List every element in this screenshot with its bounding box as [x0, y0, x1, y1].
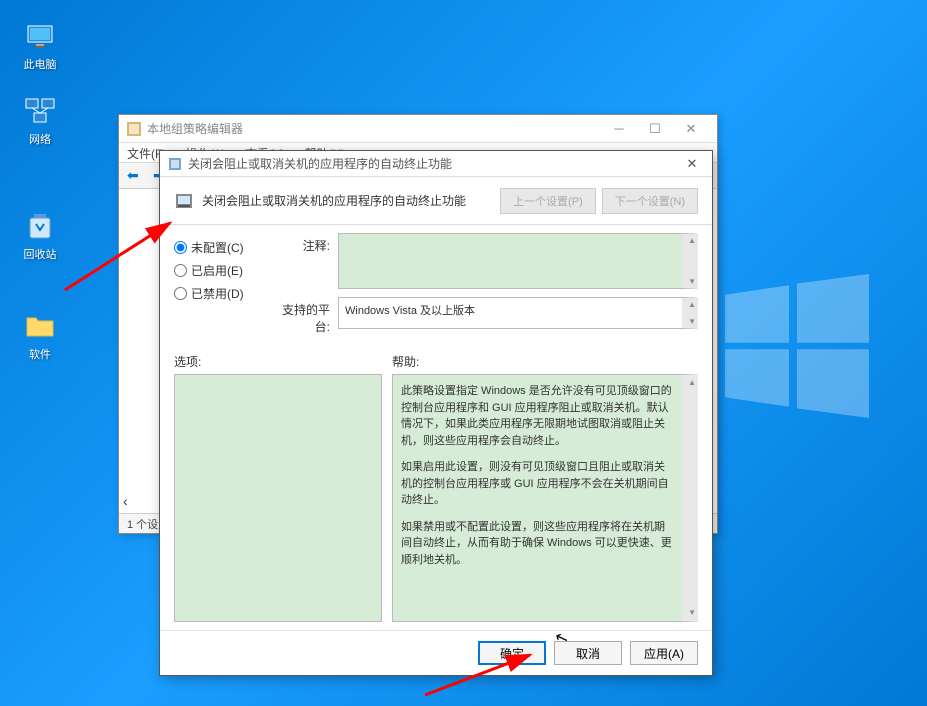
gpedit-titlebar[interactable]: 本地组策略编辑器 ─ ☐ ✕	[119, 115, 717, 143]
options-label: 选项:	[174, 353, 392, 370]
dialog-titlebar[interactable]: 关闭会阻止或取消关机的应用程序的自动终止功能 ✕	[160, 151, 712, 177]
dialog-close-button[interactable]: ✕	[674, 152, 710, 176]
close-button[interactable]: ✕	[673, 119, 709, 139]
supported-platform-text: Windows Vista 及以上版本	[345, 305, 475, 317]
dialog-button-row: 确定 取消 应用(A)	[160, 630, 712, 675]
desktop-icon-label: 软件	[10, 346, 70, 362]
minimize-button[interactable]: ─	[601, 119, 637, 139]
policy-setting-dialog: 关闭会阻止或取消关机的应用程序的自动终止功能 ✕ 关闭会阻止或取消关机的应用程序…	[159, 150, 713, 676]
options-panel	[174, 374, 382, 622]
previous-setting-button[interactable]: 上一个设置(P)	[500, 188, 596, 214]
config-state-radios: 未配置(C) 已启用(E) 已禁用(D)	[174, 233, 262, 343]
ok-button[interactable]: 确定	[478, 641, 546, 665]
nav-back-icon[interactable]: ⬅	[127, 167, 145, 185]
desktop-icon-software-folder[interactable]: 软件	[10, 310, 70, 362]
radio-disabled-input[interactable]	[174, 287, 187, 300]
gpedit-sidebar[interactable]: ‹	[119, 189, 161, 513]
radio-enabled[interactable]: 已启用(E)	[174, 262, 262, 279]
next-setting-button[interactable]: 下一个设置(N)	[602, 188, 698, 214]
dialog-header-row: 关闭会阻止或取消关机的应用程序的自动终止功能 上一个设置(P) 下一个设置(N)	[160, 177, 712, 225]
comment-label: 注释:	[276, 233, 338, 289]
help-label: 帮助:	[392, 353, 698, 370]
help-panel[interactable]: 此策略设置指定 Windows 是否允许没有可见顶级窗口的控制台应用程序和 GU…	[392, 374, 698, 622]
radio-not-configured-input[interactable]	[174, 241, 187, 254]
desktop-icon-label: 此电脑	[10, 56, 70, 72]
gpedit-title: 本地组策略编辑器	[147, 120, 601, 137]
supported-label: 支持的平台:	[276, 297, 338, 335]
computer-icon	[24, 20, 56, 52]
radio-disabled[interactable]: 已禁用(D)	[174, 285, 262, 302]
desktop-icon-recycle-bin[interactable]: 回收站	[10, 210, 70, 262]
radio-label: 已启用(E)	[191, 262, 243, 279]
dialog-title: 关闭会阻止或取消关机的应用程序的自动终止功能	[188, 155, 674, 172]
radio-label: 未配置(C)	[191, 239, 244, 256]
policy-setting-icon	[174, 191, 194, 211]
help-paragraph: 如果禁用或不配置此设置，则这些应用程序将在关机期间自动终止，从而有助于确保 Wi…	[401, 519, 674, 569]
comment-textarea[interactable]	[338, 233, 698, 289]
tree-collapse-icon[interactable]: ‹	[123, 493, 128, 509]
supported-platform-box: Windows Vista 及以上版本	[338, 297, 698, 329]
desktop-icon-this-pc[interactable]: 此电脑	[10, 20, 70, 72]
windows-logo-watermark	[717, 266, 877, 426]
radio-not-configured[interactable]: 未配置(C)	[174, 239, 262, 256]
policy-icon	[168, 157, 182, 171]
help-paragraph: 此策略设置指定 Windows 是否允许没有可见顶级窗口的控制台应用程序和 GU…	[401, 383, 674, 449]
folder-icon	[24, 310, 56, 342]
network-icon	[24, 95, 56, 127]
desktop-icon-network[interactable]: 网络	[10, 95, 70, 147]
setting-name-label: 关闭会阻止或取消关机的应用程序的自动终止功能	[202, 192, 492, 209]
desktop-icon-label: 网络	[10, 131, 70, 147]
recycle-bin-icon	[24, 210, 56, 242]
maximize-button[interactable]: ☐	[637, 119, 673, 139]
apply-button[interactable]: 应用(A)	[630, 641, 698, 665]
desktop-icon-label: 回收站	[10, 246, 70, 262]
radio-label: 已禁用(D)	[191, 285, 244, 302]
gpedit-app-icon	[127, 122, 141, 136]
radio-enabled-input[interactable]	[174, 264, 187, 277]
help-paragraph: 如果启用此设置，则没有可见顶级窗口且阻止或取消关机的控制台应用程序或 GUI 应…	[401, 459, 674, 509]
